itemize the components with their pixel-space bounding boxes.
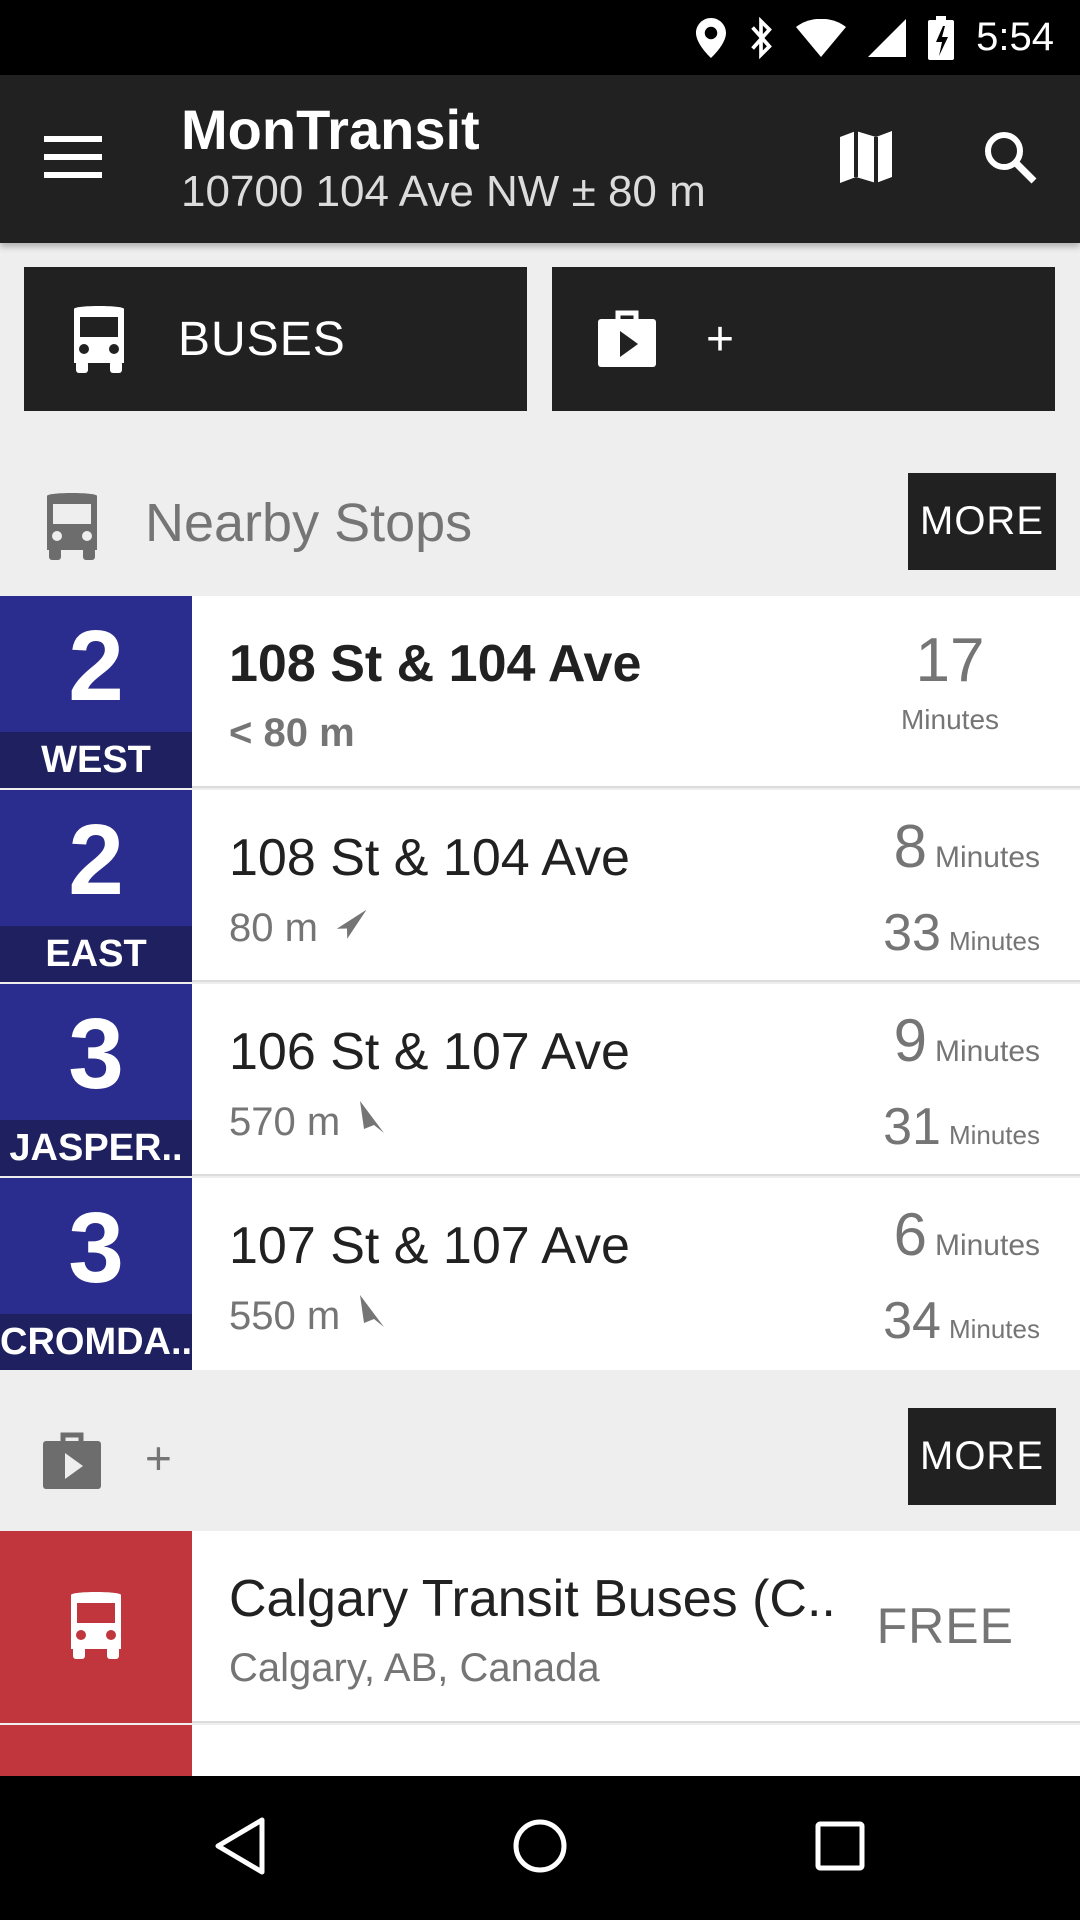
back-icon bbox=[212, 1816, 268, 1881]
arrival-minutes: 33 bbox=[883, 904, 941, 962]
stop-distance: 570 m bbox=[229, 1099, 388, 1145]
route-direction: CROMDA.. bbox=[0, 1314, 192, 1370]
battery-icon bbox=[928, 15, 955, 60]
app-bar: MonTransit 10700 104 Ave NW ± 80 m bbox=[0, 75, 1080, 243]
store-section-header: + MORE bbox=[0, 1397, 1080, 1519]
location-icon bbox=[696, 17, 727, 58]
agency-price: FREE bbox=[876, 1598, 1014, 1654]
arrival-minutes: 34 bbox=[883, 1292, 941, 1350]
route-badge: 2 WEST bbox=[0, 596, 192, 788]
stop-name: 108 St & 104 Ave bbox=[229, 829, 630, 887]
stop-distance: 80 m bbox=[229, 905, 367, 951]
stop-distance: < 80 m bbox=[229, 711, 355, 756]
stop-row[interactable]: 2 WEST 108 St & 104 Ave < 80 m 17 Minute… bbox=[0, 596, 1080, 788]
arrival-unit: Minutes bbox=[948, 1120, 1040, 1150]
direction-arrow-icon bbox=[356, 1293, 388, 1339]
app-title: MonTransit bbox=[181, 98, 480, 161]
stop-name: 107 St & 107 Ave bbox=[229, 1217, 630, 1275]
store-icon bbox=[38, 1425, 106, 1497]
nearby-stops-title: Nearby Stops bbox=[145, 493, 473, 553]
store-more-button[interactable]: MORE bbox=[908, 1408, 1056, 1505]
route-badge: 2 EAST bbox=[0, 790, 192, 982]
arrival-minutes: 9 bbox=[893, 1007, 927, 1074]
map-icon bbox=[838, 129, 894, 190]
map-button[interactable] bbox=[826, 127, 906, 191]
distance-text: 80 m bbox=[229, 905, 318, 950]
arrival-unit: Minutes bbox=[934, 841, 1040, 874]
status-time: 5:54 bbox=[976, 15, 1054, 59]
home-icon bbox=[512, 1818, 568, 1879]
arrival-unit: Minutes bbox=[934, 1035, 1040, 1068]
stop-row[interactable]: 3 JASPER.. 106 St & 107 Ave 570 m 9 Minut… bbox=[0, 984, 1080, 1176]
buses-tile[interactable]: BUSES bbox=[24, 267, 527, 411]
stop-distance: 550 m bbox=[229, 1293, 388, 1339]
stop-name: 108 St & 104 Ave bbox=[229, 635, 642, 693]
recents-icon bbox=[815, 1821, 865, 1876]
direction-arrow-icon bbox=[334, 905, 367, 951]
add-agency-tile[interactable]: + bbox=[552, 267, 1055, 411]
nearby-more-button[interactable]: MORE bbox=[908, 473, 1056, 570]
recents-button[interactable] bbox=[780, 1776, 900, 1920]
signal-icon bbox=[868, 18, 907, 57]
home-button[interactable] bbox=[480, 1776, 600, 1920]
arrival-minutes: 31 bbox=[883, 1098, 941, 1156]
stop-row[interactable]: 3 CROMDA.. 107 St & 107 Ave 550 m 6 Minut… bbox=[0, 1178, 1080, 1370]
location-subtitle: 10700 104 Ave NW ± 80 m bbox=[181, 167, 706, 216]
menu-button[interactable] bbox=[44, 127, 124, 191]
wifi-icon bbox=[796, 18, 847, 57]
route-badge: 3 JASPER.. bbox=[0, 984, 192, 1176]
agency-location: Calgary, AB, Canada bbox=[229, 1646, 600, 1690]
store-section-title: + bbox=[145, 1432, 172, 1484]
menu-icon bbox=[44, 135, 102, 183]
arrival-times: 6 Minutes 34 Minutes bbox=[840, 1200, 1040, 1369]
search-icon bbox=[982, 129, 1038, 190]
agency-name: Calgary Transit Buses (C.. bbox=[229, 1570, 836, 1628]
arrival-times: 9 Minutes 31 Minutes bbox=[840, 1006, 1040, 1175]
route-number: 3 bbox=[68, 998, 124, 1110]
stop-name: 106 St & 107 Ave bbox=[229, 1023, 630, 1081]
back-button[interactable] bbox=[180, 1776, 300, 1920]
route-number: 2 bbox=[68, 610, 124, 722]
stop-row[interactable]: 2 EAST 108 St & 104 Ave 80 m 8 Minutes 33… bbox=[0, 790, 1080, 982]
route-badge: 3 CROMDA.. bbox=[0, 1178, 192, 1370]
arrival-unit: Minutes bbox=[900, 704, 1000, 735]
arrival-unit: Minutes bbox=[948, 926, 1040, 956]
bus-icon bbox=[65, 1589, 127, 1666]
distance-text: 550 m bbox=[229, 1293, 341, 1338]
route-direction: WEST bbox=[0, 732, 192, 788]
arrival-times: 17 Minutes bbox=[880, 626, 1020, 738]
route-number: 3 bbox=[68, 1192, 124, 1304]
status-bar: 5:54 bbox=[0, 0, 1080, 75]
arrival-minutes: 8 bbox=[893, 813, 927, 880]
route-direction: EAST bbox=[0, 926, 192, 982]
arrival-unit: Minutes bbox=[948, 1314, 1040, 1344]
arrival-unit: Minutes bbox=[934, 1229, 1040, 1262]
arrival-minutes: 6 bbox=[893, 1201, 927, 1268]
navigation-bar bbox=[0, 1776, 1080, 1920]
distance-text: < 80 m bbox=[229, 711, 355, 755]
distance-text: 570 m bbox=[229, 1099, 341, 1144]
route-direction: JASPER.. bbox=[0, 1120, 192, 1176]
agency-badge bbox=[0, 1531, 192, 1723]
direction-arrow-icon bbox=[356, 1099, 388, 1145]
arrival-minutes: 17 bbox=[915, 626, 985, 695]
search-button[interactable] bbox=[970, 127, 1050, 191]
route-number: 2 bbox=[68, 804, 124, 916]
add-agency-tile-label: + bbox=[706, 312, 736, 366]
bus-icon bbox=[38, 490, 106, 562]
bluetooth-icon bbox=[748, 16, 774, 59]
store-icon bbox=[592, 303, 662, 375]
bus-icon bbox=[64, 303, 134, 375]
buses-tile-label: BUSES bbox=[178, 312, 346, 366]
nearby-stops-header: Nearby Stops MORE bbox=[0, 462, 1080, 584]
agency-row[interactable]: Calgary Transit Buses (C.. Calgary, AB, … bbox=[0, 1531, 1080, 1723]
arrival-times: 8 Minutes 33 Minutes bbox=[840, 812, 1040, 981]
